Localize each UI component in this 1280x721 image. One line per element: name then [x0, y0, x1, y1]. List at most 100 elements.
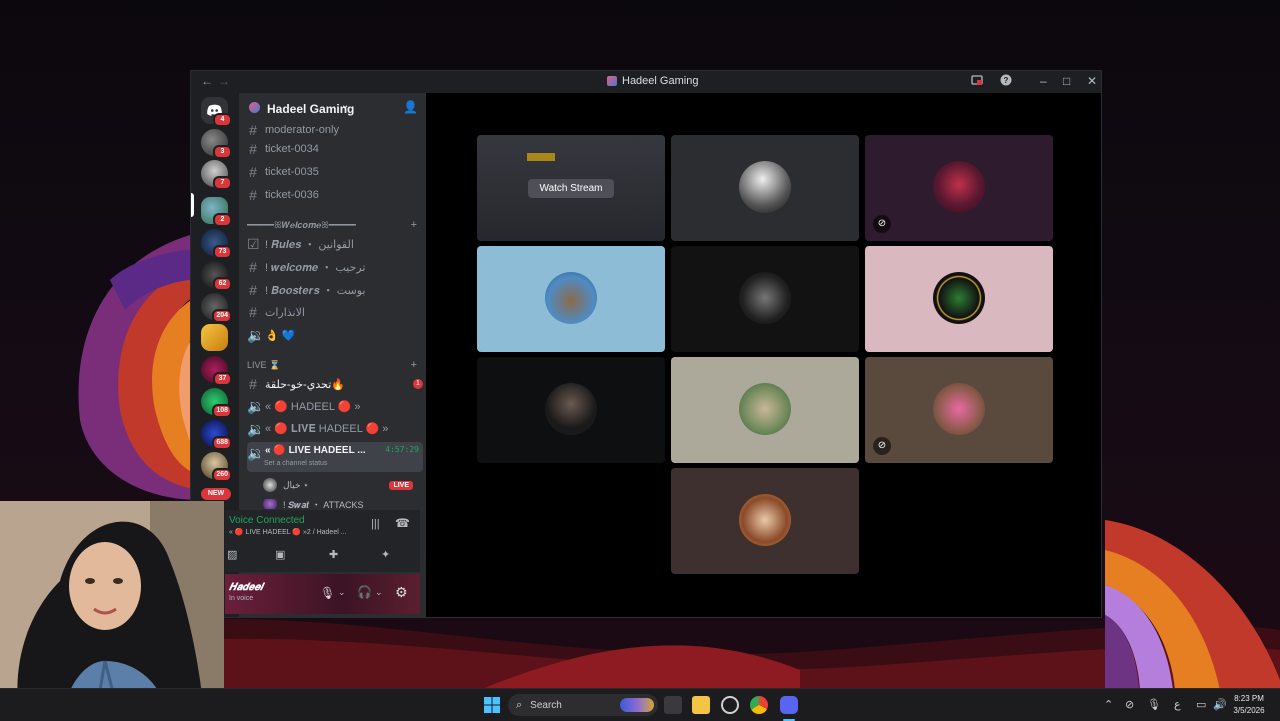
gear-icon[interactable]: ⚙ — [395, 584, 408, 601]
wifi-icon[interactable]: ▭ — [1196, 698, 1206, 711]
hash-icon: # — [249, 122, 257, 138]
discord-taskbar-icon[interactable] — [780, 696, 798, 714]
camera-icon[interactable]: ▨ — [227, 548, 237, 561]
voice-channel-live-hadeel[interactable]: 🔉 « 🔴 𝐋𝐈𝐕𝐄 HADEEL 🔴 » — [247, 419, 423, 439]
participant-tile[interactable] — [671, 246, 859, 352]
volume-icon[interactable]: 🔊 — [1213, 698, 1227, 711]
forward-arrow-icon[interactable]: → — [218, 74, 230, 88]
voice-channel-active[interactable]: 🔉 « 🔴 LIVE HADEEL ... 4:57:29 Set a chan… — [247, 442, 423, 472]
voice-channel-hadeel[interactable]: 🔉 « 🔴 HADEEL 🔴 » — [247, 396, 423, 416]
task-view-icon[interactable] — [664, 696, 682, 714]
voice-channel-ok[interactable]: 🔉 👌 💙 — [247, 325, 423, 345]
activities-icon[interactable]: ✚ — [329, 548, 338, 561]
inbox-icon[interactable] — [971, 74, 983, 89]
channel-ticket-0035[interactable]: # ticket-0035 — [247, 162, 423, 182]
participant-tile[interactable]: ⊘ — [865, 135, 1053, 241]
channel-challenge[interactable]: # تحدي-خو-حلقة🔥 1 — [247, 374, 423, 394]
voice-user-1[interactable]: خيال ⋆ LIVE — [263, 478, 413, 492]
channel-ticket-0036[interactable]: # ticket-0036 — [247, 185, 423, 205]
disconnect-icon[interactable]: ☎ — [395, 516, 410, 530]
participant-tile[interactable] — [671, 357, 859, 463]
channel-moderator-only[interactable]: # moderator-only — [247, 120, 423, 140]
server-icon-3[interactable]: 73 — [201, 229, 232, 259]
participant-tile[interactable] — [477, 246, 665, 352]
help-icon[interactable]: ? — [1000, 74, 1012, 89]
add-channel-icon[interactable]: + — [411, 359, 417, 371]
avatar — [263, 499, 277, 509]
server-icon-hadeel[interactable]: 2 — [201, 197, 232, 227]
soundboard-icon[interactable]: ✦ — [381, 548, 390, 561]
mic-icon[interactable]: 🎙 — [320, 586, 335, 600]
discord-home-button[interactable]: 4 — [201, 97, 232, 127]
participant-tile[interactable] — [865, 246, 1053, 352]
stream-preview-bar — [527, 153, 555, 161]
headphones-icon[interactable]: 🎧 — [357, 585, 372, 599]
server-icon-1[interactable]: 3 — [201, 129, 232, 159]
server-icon-10[interactable]: 260 — [201, 452, 232, 482]
screen-share-icon[interactable]: ▣ — [275, 548, 285, 561]
voice-timer: 4:57:29 — [385, 445, 419, 454]
speaker-icon: 🔉 — [247, 420, 265, 437]
hash-icon: # — [249, 141, 257, 157]
add-channel-icon[interactable]: + — [411, 219, 417, 231]
category-live[interactable]: LIVE ⌛ + — [247, 359, 417, 371]
channel-status[interactable]: Set a channel status — [264, 460, 327, 467]
avatar — [545, 272, 597, 324]
mute-icon: ⊘ — [873, 437, 891, 455]
avatar — [933, 272, 985, 324]
input-language[interactable]: ع — [1174, 698, 1181, 711]
add-member-icon[interactable]: 👤 — [403, 100, 418, 114]
close-button[interactable]: ✕ — [1087, 74, 1097, 88]
back-arrow-icon[interactable]: ← — [201, 74, 213, 88]
maximize-button[interactable]: □ — [1063, 74, 1070, 88]
server-icon-6[interactable] — [201, 324, 228, 351]
participant-tile[interactable]: ⊘ — [865, 357, 1053, 463]
username[interactable]: 𝑯𝒂𝒅𝒆𝒆𝒍 — [229, 582, 263, 593]
chevron-up-icon[interactable]: ⌃ — [1104, 698, 1113, 711]
system-clock[interactable]: 8:23 PM 3/5/2026 — [1226, 693, 1272, 717]
channel-boosters[interactable]: #! 𝑩𝒐𝒐𝒔𝒕𝒆𝒓𝒔 ・ بوست — [247, 280, 423, 300]
server-icon-9[interactable]: 688 — [201, 420, 232, 450]
file-explorer-icon[interactable] — [692, 696, 710, 714]
server-icon-5[interactable]: 204 — [201, 293, 232, 323]
server-icon-8[interactable]: 108 — [201, 388, 232, 418]
mic-tray-icon[interactable]: 🎙 — [1147, 698, 1161, 711]
chrome-icon[interactable] — [750, 696, 768, 714]
watch-stream-button[interactable]: Watch Stream — [528, 179, 614, 198]
taskbar-search[interactable]: ⌕ Search — [508, 694, 658, 716]
participant-tile[interactable] — [671, 135, 859, 241]
channel-rules[interactable]: ☑! 𝑹𝒖𝒍𝒆𝒔 ・ القوانين — [247, 234, 423, 254]
participant-tile[interactable] — [671, 468, 859, 574]
user-panel: 𝑯𝒂𝒅𝒆𝒆𝒍 In voice 🎙 ⌄ 🎧 ⌄ ⚙ — [225, 574, 420, 614]
chevron-down-icon[interactable]: ⌄ — [338, 587, 346, 598]
hash-icon: # — [249, 164, 257, 180]
server-icon-2[interactable]: 7 — [201, 160, 232, 190]
channel-warnings[interactable]: # الانذارات — [247, 302, 423, 322]
minimize-button[interactable]: – — [1040, 74, 1047, 88]
channel-ticket-0034[interactable]: # ticket-0034 — [247, 139, 423, 159]
channel-welcome[interactable]: #! 𝒘𝒆𝒍𝒄𝒐𝒎𝒆 ・ ترحيب — [247, 257, 423, 277]
server-icon-7[interactable]: 37 — [201, 356, 232, 386]
search-highlight-icon — [620, 698, 654, 712]
chevron-down-icon[interactable]: ⌄ — [375, 587, 383, 598]
unread-badge: 1 — [413, 379, 423, 389]
voice-channel-name[interactable]: « 🔴 LIVE HADEEL 🔴 »2 / Hadeel ... — [229, 528, 359, 536]
window-title: Hadeel Gaming — [607, 75, 698, 87]
windows-start-icon[interactable] — [483, 696, 501, 714]
avatar — [739, 272, 791, 324]
voice-user-2[interactable]: ! 𝑺𝒘𝒂𝒕 ・ ATTACKS — [263, 499, 413, 509]
new-badge[interactable]: NEW — [201, 488, 231, 500]
voice-stage: Watch Stream ⊘ ⊘ — [426, 93, 1101, 617]
wallpaper-swirl-right — [1105, 520, 1280, 690]
server-icon-4[interactable]: 62 — [201, 261, 232, 291]
server-header[interactable]: Hadeel Gaming ⌄ 👤 — [239, 93, 426, 123]
avatar — [739, 161, 791, 213]
voice-activity-icon[interactable]: ||| — [371, 518, 380, 530]
stream-tile[interactable]: Watch Stream — [477, 135, 665, 241]
live-badge: LIVE — [389, 480, 413, 490]
network-icon[interactable]: ⊘ — [1125, 698, 1134, 711]
speaker-icon: 🔉 — [247, 445, 265, 461]
app-icon[interactable] — [721, 696, 739, 714]
participant-tile[interactable] — [477, 357, 665, 463]
category-welcome[interactable]: ━━━━━ꕤ𝑾𝒆𝒍𝒄𝒐𝒎𝒆ꕤ━━━━━ + — [247, 219, 417, 231]
